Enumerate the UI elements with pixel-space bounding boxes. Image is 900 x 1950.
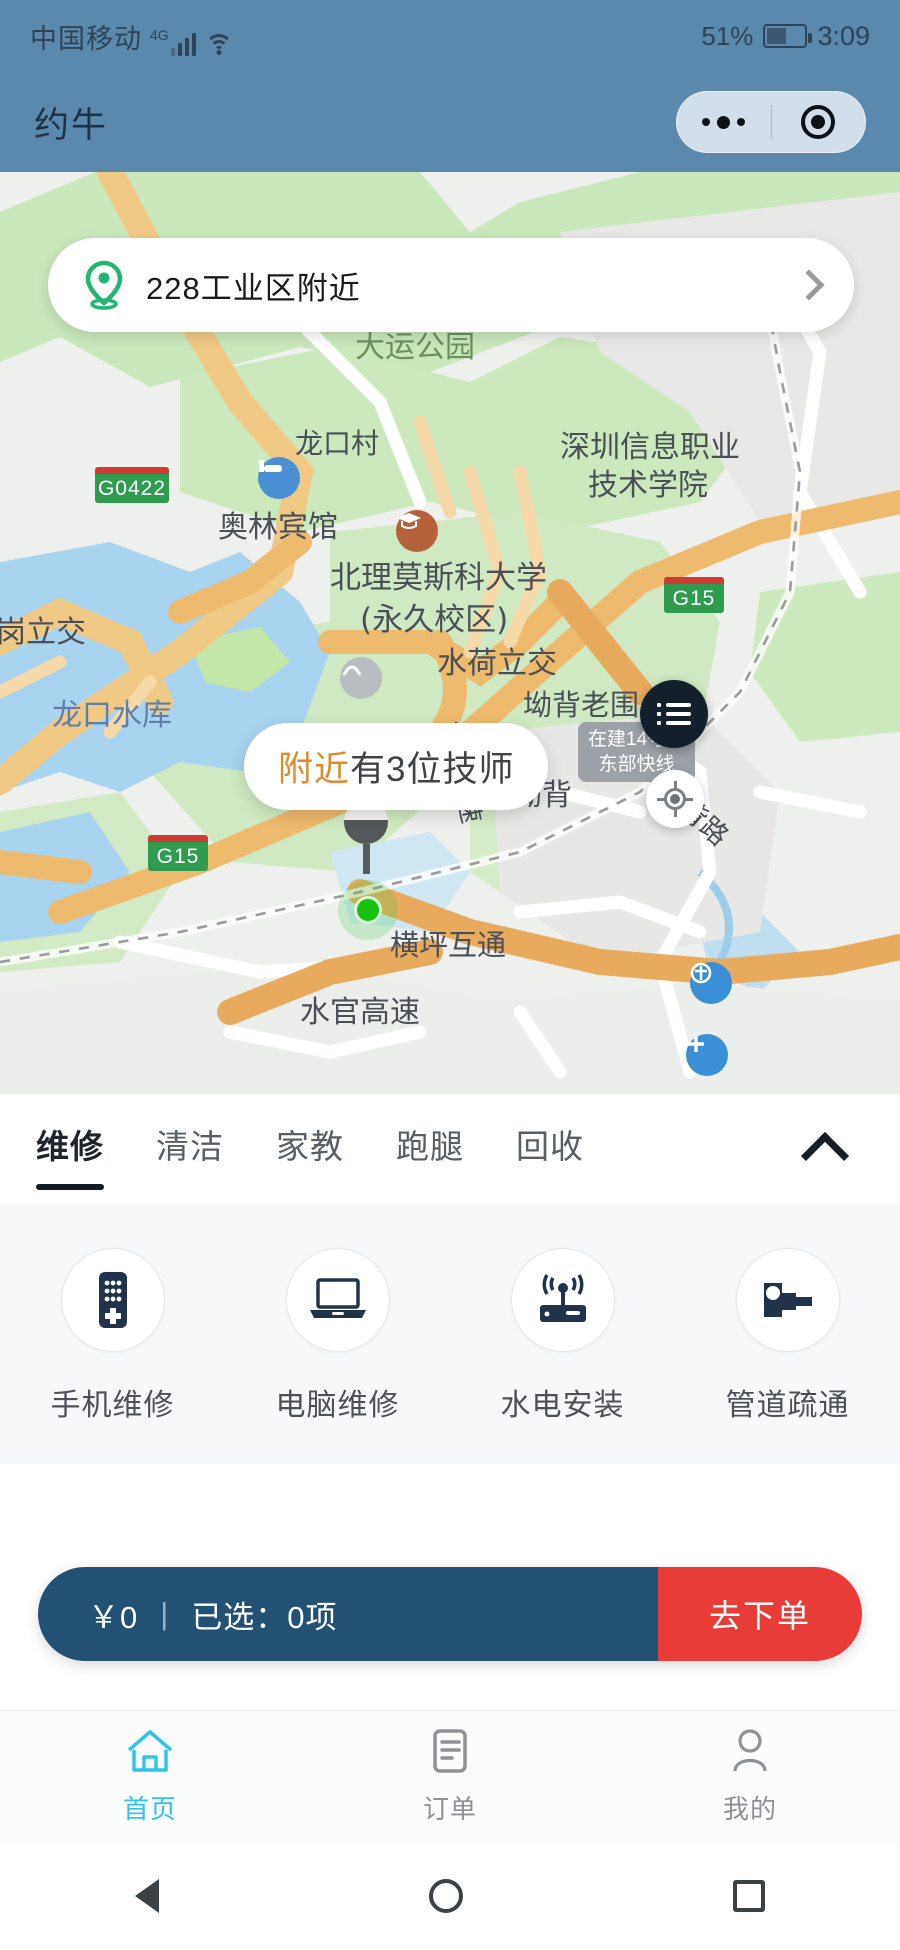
transit-poi-icon — [690, 962, 732, 1004]
service-category-pipe-clearing[interactable]: 管道疏通 — [675, 1248, 900, 1424]
tab-jiajiao[interactable]: 家教 — [276, 1120, 344, 1178]
order-total-area: ￥0 | 已选：0项 — [38, 1567, 658, 1661]
wifi-icon — [204, 32, 234, 56]
highway-shield: G15 — [664, 577, 724, 613]
technician-list-button[interactable] — [640, 680, 708, 748]
tab-paotui[interactable]: 跑腿 — [396, 1120, 464, 1178]
service-tabs: 维修 清洁 家教 跑腿 回收 — [0, 1094, 900, 1204]
highway-shield: G0422 — [95, 467, 169, 503]
capsule-close-button[interactable] — [772, 92, 866, 152]
technician-pin-icon[interactable] — [344, 800, 388, 874]
tab-home[interactable]: 首页 — [0, 1711, 300, 1842]
signal-bars-icon — [170, 32, 197, 56]
map-label: 横坪互通 — [390, 928, 507, 962]
battery-icon — [763, 24, 813, 48]
order-price-label: ￥0 — [88, 1599, 139, 1635]
carrier-label: 中国移动 — [30, 23, 142, 54]
tab-qingjie[interactable]: 清洁 — [156, 1120, 224, 1178]
user-profile-icon — [728, 1728, 772, 1779]
map-label: 奥林宾馆 — [218, 510, 338, 545]
system-navigation-bar — [0, 1842, 900, 1950]
mobile-phone-repair-icon — [60, 1248, 165, 1352]
status-bar: 中国移动 4G 51% 3:09 — [0, 0, 900, 72]
app-header: 约牛 — [0, 72, 900, 172]
service-category-label: 电脑维修 — [275, 1389, 400, 1422]
map-label: 水荷立交 — [437, 646, 557, 681]
map-label: 水官高速 — [300, 995, 420, 1030]
status-bar-right: 51% 3:09 — [701, 21, 870, 52]
service-category-label: 水电安装 — [500, 1389, 625, 1422]
more-dots-icon — [702, 115, 746, 129]
location-search-bar[interactable]: 228工业区附近 — [48, 238, 854, 332]
service-category-computer-repair[interactable]: 电脑维修 — [225, 1248, 450, 1424]
service-category-grid: 手机维修 电脑维修 水电安装 管道疏通 — [0, 1248, 900, 1424]
tab-profile-label: 我的 — [722, 1793, 777, 1824]
chevron-up-icon[interactable] — [800, 1131, 850, 1181]
interchange-poi-icon — [340, 657, 382, 699]
location-address-label: 228工业区附近 — [146, 270, 361, 306]
map-label: 岗立交 — [0, 615, 86, 650]
service-category-utility-install[interactable]: 水电安装 — [450, 1248, 675, 1424]
current-location-dot — [338, 880, 398, 940]
pipe-wrench-icon — [735, 1248, 840, 1352]
signal-indicator: 4G — [150, 28, 197, 56]
tab-huishou[interactable]: 回收 — [516, 1120, 584, 1178]
network-type-label: 4G — [150, 26, 169, 43]
laptop-repair-icon — [285, 1248, 390, 1352]
tab-orders-label: 订单 — [422, 1793, 477, 1824]
nearby-technicians-callout: 附近有3位技师 — [244, 723, 549, 810]
service-category-phone-repair[interactable]: 手机维修 — [0, 1248, 225, 1424]
order-selected-label: 已选：0项 — [191, 1599, 338, 1635]
service-category-label: 管道疏通 — [725, 1389, 850, 1422]
bottom-tab-bar: 首页 订单 我的 — [0, 1710, 900, 1842]
crosshair-icon — [657, 781, 693, 817]
page-title: 约牛 — [34, 105, 109, 145]
service-category-label: 手机维修 — [50, 1389, 175, 1422]
target-circle-icon — [801, 105, 836, 139]
clock-label: 3:09 — [817, 20, 870, 51]
map-label: 北理莫斯科大学 — [330, 560, 547, 596]
map-label: 龙口村 — [295, 427, 380, 460]
app-root: 中国移动 4G 51% 3:09 约牛 大运公园 龙口村 深圳信息职业 技术学院… — [0, 0, 900, 1950]
home-icon — [125, 1728, 175, 1779]
technician-pin-stem — [362, 844, 370, 874]
map-label: 坳背老围 — [523, 688, 640, 722]
router-install-icon — [510, 1248, 615, 1352]
capsule-menu-button[interactable] — [677, 92, 771, 152]
hospital-poi-icon — [686, 1034, 728, 1076]
tab-weixiu[interactable]: 维修 — [36, 1120, 104, 1190]
list-lines-icon — [657, 698, 691, 730]
callout-rest-text: 有3位技师 — [350, 750, 515, 789]
recenter-location-button[interactable] — [646, 770, 704, 828]
order-list-icon — [429, 1728, 471, 1779]
status-bar-left: 中国移动 4G — [30, 17, 234, 56]
chevron-right-icon[interactable] — [793, 269, 825, 301]
order-summary-bar: ￥0 | 已选：0项 去下单 — [38, 1567, 862, 1661]
education-poi-icon — [396, 510, 438, 552]
tab-orders[interactable]: 订单 — [300, 1711, 600, 1842]
wechat-capsule[interactable] — [676, 91, 866, 153]
tab-home-label: 首页 — [122, 1793, 177, 1824]
tab-profile[interactable]: 我的 — [600, 1711, 900, 1842]
square-recents-icon[interactable] — [733, 1880, 765, 1912]
circle-home-icon[interactable] — [429, 1879, 463, 1913]
map-label: 技术学院 — [588, 468, 708, 503]
highway-shield: G15 — [148, 835, 208, 871]
callout-highlight-text: 附近 — [278, 750, 351, 789]
order-separator: | — [160, 1596, 170, 1631]
map-label: (永久校区) — [360, 602, 509, 638]
battery-percent-label: 51% — [701, 20, 754, 51]
map-label: 龙口水库 — [52, 698, 172, 733]
map-pin-icon — [82, 260, 126, 310]
triangle-back-icon[interactable] — [135, 1879, 159, 1913]
service-category-area: 手机维修 电脑维修 水电安装 管道疏通 — [0, 1204, 900, 1464]
place-order-button[interactable]: 去下单 — [658, 1567, 862, 1661]
hotel-poi-icon — [258, 457, 300, 499]
